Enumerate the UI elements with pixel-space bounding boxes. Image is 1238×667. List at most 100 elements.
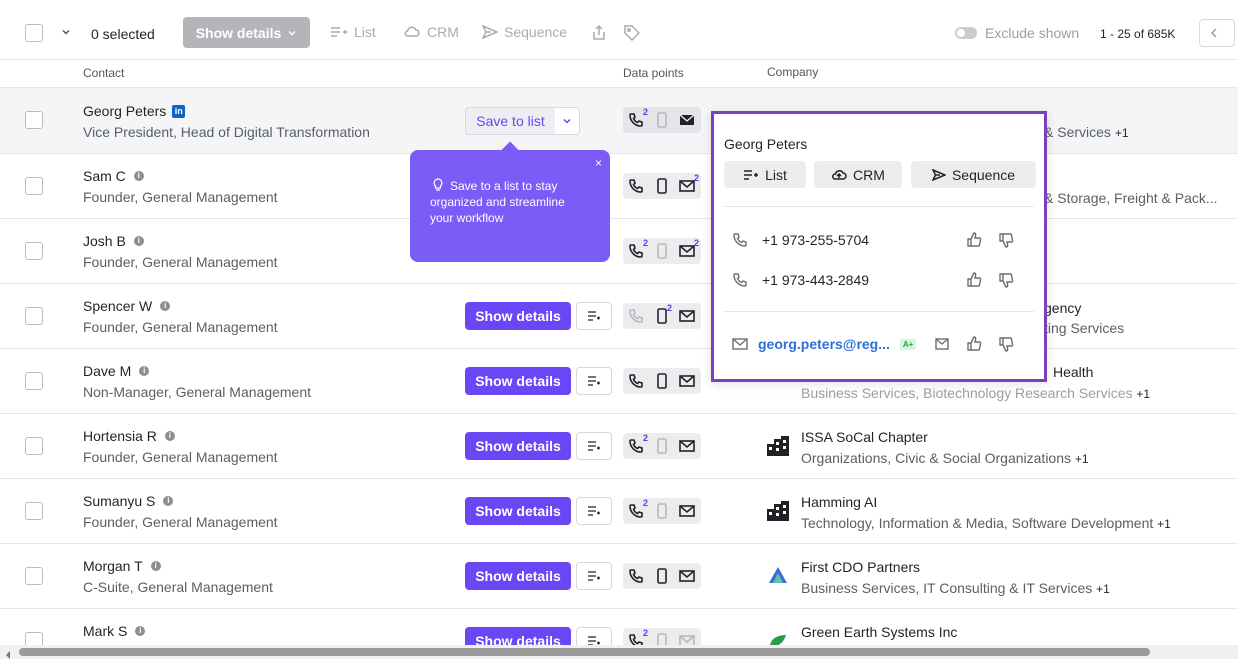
phone-icon[interactable]: 2 [627, 433, 648, 455]
save-to-list-dropdown[interactable] [555, 107, 580, 135]
add-to-list-button[interactable] [576, 302, 612, 330]
horizontal-scrollbar-thumb[interactable] [19, 648, 1150, 656]
email-icon[interactable] [678, 502, 696, 520]
mobile-icon[interactable] [653, 372, 671, 390]
company-name[interactable]: Hamming AI [801, 494, 877, 510]
thumbs-down-icon[interactable] [998, 272, 1014, 291]
phone-number[interactable]: +1 973-443-2849 [762, 272, 869, 288]
phone-count: 2 [643, 628, 649, 638]
row-checkbox[interactable] [25, 307, 43, 325]
save-to-list-button[interactable]: Save to list [465, 107, 556, 135]
row-checkbox[interactable] [25, 437, 43, 455]
mobile-icon[interactable] [653, 437, 671, 455]
contact-name[interactable]: Josh B i [83, 233, 144, 249]
phone-icon[interactable] [627, 372, 645, 390]
phone-icon[interactable] [627, 567, 645, 585]
email-icon[interactable]: 2 [678, 173, 699, 195]
add-to-list-button[interactable] [576, 432, 612, 460]
row-checkbox[interactable] [25, 242, 43, 260]
phone-icon[interactable]: 2 [627, 238, 648, 260]
phone-icon[interactable] [627, 307, 645, 325]
row-checkbox[interactable] [25, 111, 43, 129]
contact-name[interactable]: Hortensia R i [83, 428, 175, 444]
toolbar-crm-button[interactable]: CRM [403, 24, 459, 40]
email-icon[interactable] [678, 307, 696, 325]
popover-crm-button[interactable]: CRM [814, 161, 902, 188]
toolbar-list-button[interactable]: List [330, 24, 376, 40]
email-address-link[interactable]: georg.peters@reg... [758, 336, 890, 352]
info-icon[interactable]: i [139, 366, 150, 376]
phone-number[interactable]: +1 973-255-5704 [762, 232, 869, 248]
row-checkbox[interactable] [25, 567, 43, 585]
industry-more[interactable]: +1 [1096, 582, 1110, 596]
email-icon[interactable] [678, 437, 696, 455]
linkedin-icon[interactable]: in [172, 104, 186, 118]
email-icon[interactable] [678, 372, 696, 390]
show-details-button[interactable]: Show details [465, 497, 571, 525]
info-icon[interactable]: i [164, 431, 175, 441]
phone-icon[interactable]: 2 [627, 107, 648, 129]
mobile-icon[interactable] [653, 567, 671, 585]
thumbs-down-icon[interactable] [998, 336, 1014, 355]
thumbs-down-icon[interactable] [998, 232, 1014, 251]
industry-more[interactable]: +1 [1075, 452, 1089, 466]
tag-button[interactable] [624, 25, 640, 41]
info-icon[interactable]: i [133, 171, 144, 181]
phone-icon[interactable] [627, 177, 645, 195]
contact-name[interactable]: Spencer W i [83, 298, 171, 314]
show-details-button[interactable]: Show details [465, 432, 571, 460]
show-details-button[interactable]: Show details [465, 562, 571, 590]
show-details-button[interactable]: Show details [465, 367, 571, 395]
info-icon[interactable]: i [135, 626, 146, 636]
show-details-button[interactable]: Show details [183, 17, 310, 48]
contact-name[interactable]: Sam C i [83, 168, 144, 184]
export-button[interactable] [592, 25, 606, 41]
mobile-icon[interactable] [653, 111, 671, 129]
popover-list-button[interactable]: List [724, 161, 806, 188]
compose-email-icon[interactable] [934, 337, 950, 354]
tooltip-close-button[interactable]: × [595, 156, 602, 170]
select-all-checkbox[interactable] [25, 24, 43, 42]
company-name[interactable]: gency [1044, 300, 1081, 316]
company-name[interactable]: First CDO Partners [801, 559, 920, 575]
thumbs-up-icon[interactable] [966, 336, 982, 355]
email-icon[interactable] [678, 111, 696, 129]
thumbs-up-icon[interactable] [966, 272, 982, 291]
info-icon[interactable]: i [160, 301, 171, 311]
mobile-icon[interactable] [653, 177, 671, 195]
row-checkbox[interactable] [25, 372, 43, 390]
mobile-icon[interactable] [653, 502, 671, 520]
scroll-left-arrow-icon[interactable] [5, 647, 11, 663]
industry-more[interactable]: +1 [1157, 517, 1171, 531]
contact-name[interactable]: Georg Peters in [83, 103, 186, 119]
contact-name[interactable]: Mark S i [83, 623, 146, 639]
info-icon[interactable]: i [163, 496, 174, 506]
add-to-list-button[interactable] [576, 562, 612, 590]
select-dropdown-chevron-icon[interactable] [60, 25, 72, 41]
prev-page-button[interactable] [1199, 19, 1235, 47]
thumbs-up-icon[interactable] [966, 232, 982, 251]
industry-more[interactable]: +1 [1136, 387, 1150, 401]
row-checkbox[interactable] [25, 502, 43, 520]
show-details-button[interactable]: Show details [465, 302, 571, 330]
info-icon[interactable]: i [133, 236, 144, 246]
exclude-shown-toggle[interactable] [955, 27, 977, 39]
phone-icon[interactable]: 2 [627, 498, 648, 520]
contact-name[interactable]: Dave M i [83, 363, 150, 379]
company-name[interactable]: ISSA SoCal Chapter [801, 429, 928, 445]
contact-name[interactable]: Morgan T i [83, 558, 161, 574]
mobile-icon[interactable] [653, 242, 671, 260]
toolbar-sequence-button[interactable]: Sequence [482, 24, 567, 40]
mobile-icon[interactable]: 2 [653, 303, 672, 325]
contact-name[interactable]: Sumanyu S i [83, 493, 174, 509]
industry-more[interactable]: +1 [1115, 126, 1129, 140]
popover-sequence-button[interactable]: Sequence [911, 161, 1036, 188]
company-name[interactable]: Green Earth Systems Inc [801, 624, 957, 640]
add-to-list-button[interactable] [576, 497, 612, 525]
info-icon[interactable]: i [150, 561, 161, 571]
row-checkbox[interactable] [25, 177, 43, 195]
add-to-list-button[interactable] [576, 367, 612, 395]
email-icon[interactable] [678, 567, 696, 585]
company-name[interactable]: Health [1053, 364, 1093, 380]
email-icon[interactable]: 2 [678, 238, 699, 260]
